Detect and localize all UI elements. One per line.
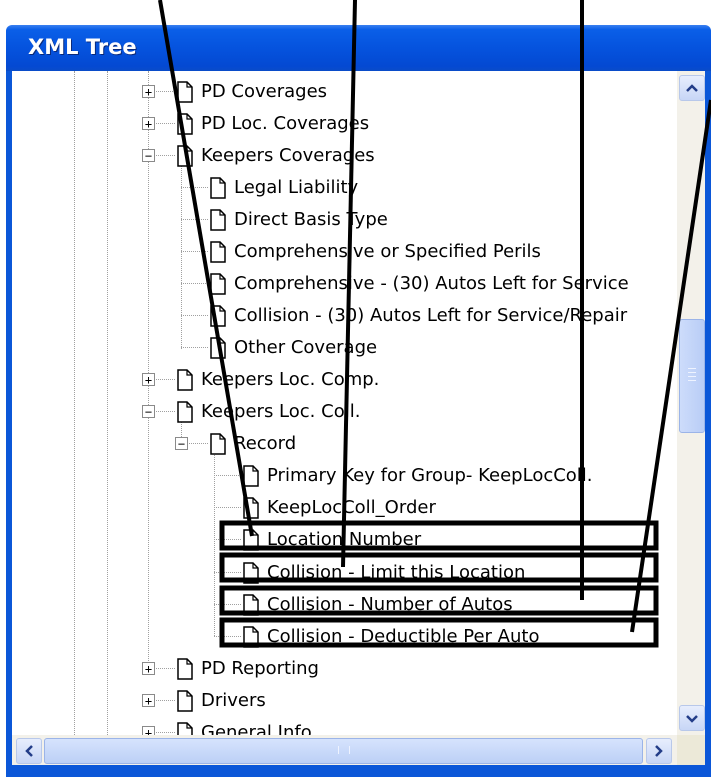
pointer-line: [158, 0, 254, 537]
highlight-box: [219, 585, 659, 616]
annotation-overlay: [158, 0, 711, 648]
xml-tree-window: XML Tree + PD Coverages + PD Loc. Coverages…: [0, 0, 711, 777]
pointer-line: [341, 0, 357, 568]
highlight-box: [219, 520, 659, 551]
highlight-box: [219, 617, 659, 648]
pointer-line: [630, 99, 711, 633]
highlight-box: [219, 552, 659, 583]
